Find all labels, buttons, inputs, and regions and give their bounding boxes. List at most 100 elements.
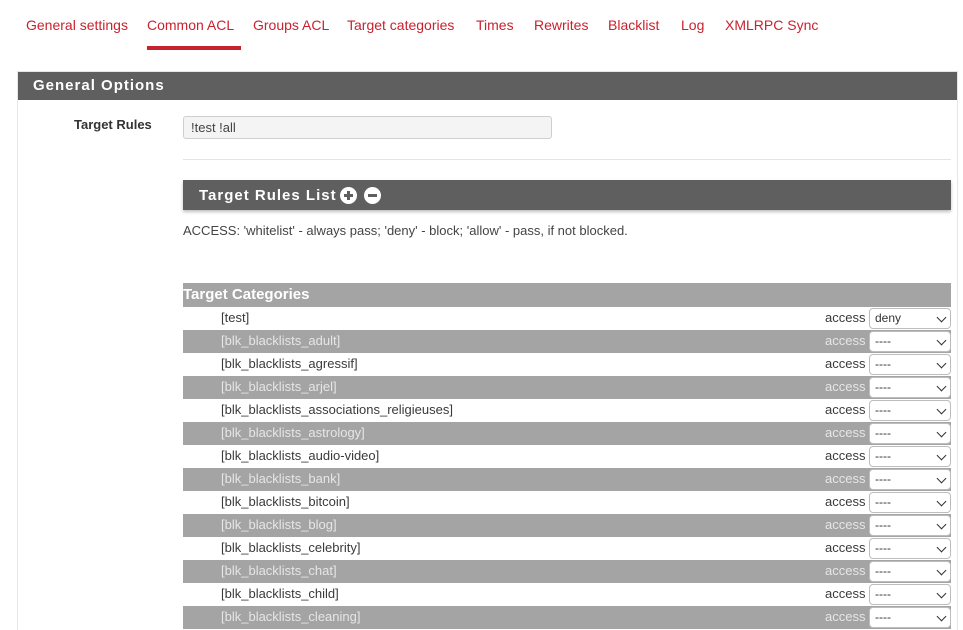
category-row: [blk_blacklists_adult] access ---- [183,330,951,353]
category-row: [blk_blacklists_arjel] access ---- [183,376,951,399]
access-hint: ACCESS: 'whitelist' - always pass; 'deny… [183,223,628,238]
access-select[interactable]: ---- [869,584,951,605]
chevron-down-icon [936,404,947,415]
access-label: access [825,425,866,440]
chevron-down-icon [936,519,947,530]
access-select[interactable]: ---- [869,331,951,352]
tab-common-acl[interactable]: Common ACL [147,17,234,33]
category-row: [blk_blacklists_bank] access ---- [183,468,951,491]
chevron-down-icon [936,358,947,369]
chevron-down-icon [936,542,947,553]
category-row: [blk_blacklists_child] access ---- [183,583,951,606]
chevron-down-icon [936,427,947,438]
category-name: [blk_blacklists_cleaning] [221,609,361,624]
chevron-down-icon [936,588,947,599]
add-rule-icon[interactable] [340,187,357,204]
tab-log[interactable]: Log [681,17,704,33]
access-select-value: ---- [875,403,891,417]
chevron-down-icon [936,450,947,461]
category-name: [blk_blacklists_astrology] [221,425,365,440]
active-tab-indicator [147,46,241,50]
chevron-down-icon [936,611,947,622]
access-select-value: ---- [875,518,891,532]
category-name: [test] [221,310,250,325]
access-label: access [825,540,866,555]
access-select-value: ---- [875,541,891,555]
access-label: access [825,356,866,371]
chevron-down-icon [936,381,947,392]
access-select-value: ---- [875,610,891,624]
category-row: [blk_blacklists_cleaning] access ---- [183,606,951,629]
chevron-down-icon [936,565,947,576]
category-row: [blk_blacklists_audio-video] access ---- [183,445,951,468]
access-select[interactable]: ---- [869,492,951,513]
access-select[interactable]: ---- [869,423,951,444]
access-select[interactable]: ---- [869,377,951,398]
tab-bar: General settings Common ACL Groups ACL T… [0,0,963,52]
tab-xmlrpc-sync[interactable]: XMLRPC Sync [725,17,818,33]
tab-target-categories[interactable]: Target categories [347,17,454,33]
access-label: access [825,563,866,578]
target-rules-input[interactable] [183,116,552,139]
target-rules-label: Target Rules [74,117,152,132]
access-select[interactable]: ---- [869,446,951,467]
remove-rule-icon[interactable] [364,187,381,204]
access-select-value: ---- [875,357,891,371]
access-select[interactable]: ---- [869,515,951,536]
access-select-value: ---- [875,449,891,463]
tab-general-settings[interactable]: General settings [26,17,128,33]
target-categories-title: Target Categories [183,286,310,303]
target-rules-list-bar: Target Rules List [183,180,951,210]
access-select-value: ---- [875,495,891,509]
target-rules-list-title: Target Rules List [199,187,337,204]
access-label: access [825,402,866,417]
access-select-value: ---- [875,472,891,486]
access-select-value: ---- [875,426,891,440]
access-label: access [825,609,866,624]
access-select-value: ---- [875,564,891,578]
access-label: access [825,310,866,325]
access-select[interactable]: ---- [869,607,951,628]
access-select-value: ---- [875,587,891,601]
category-list: [test] access deny [blk_blacklists_adult] ac… [183,307,951,629]
tab-groups-acl[interactable]: Groups ACL [253,17,329,33]
panel-header: General Options [18,72,957,100]
access-label: access [825,517,866,532]
access-select-value: deny [875,311,902,325]
access-select[interactable]: ---- [869,561,951,582]
category-row: [blk_blacklists_bitcoin] access ---- [183,491,951,514]
category-name: [blk_blacklists_bitcoin] [221,494,350,509]
category-name: [blk_blacklists_agressif] [221,356,358,371]
category-row: [blk_blacklists_astrology] access ---- [183,422,951,445]
chevron-down-icon [936,473,947,484]
access-select[interactable]: ---- [869,538,951,559]
category-row: [blk_blacklists_blog] access ---- [183,514,951,537]
access-label: access [825,471,866,486]
chevron-down-icon [936,335,947,346]
tab-times[interactable]: Times [476,17,514,33]
category-row: [blk_blacklists_chat] access ---- [183,560,951,583]
access-select[interactable]: deny [869,308,951,329]
access-label: access [825,586,866,601]
access-label: access [825,333,866,348]
category-name: [blk_blacklists_associations_religieuses… [221,402,453,417]
category-name: [blk_blacklists_bank] [221,471,341,486]
tab-blacklist[interactable]: Blacklist [608,17,659,33]
category-name: [blk_blacklists_chat] [221,563,337,578]
category-row: [test] access deny [183,307,951,330]
tab-rewrites[interactable]: Rewrites [534,17,588,33]
panel-title: General Options [33,77,165,94]
category-name: [blk_blacklists_adult] [221,333,341,348]
access-select[interactable]: ---- [869,400,951,421]
category-row: [blk_blacklists_celebrity] access ---- [183,537,951,560]
category-row: [blk_blacklists_agressif] access ---- [183,353,951,376]
access-select-value: ---- [875,380,891,394]
access-label: access [825,494,866,509]
category-row: [blk_blacklists_associations_religieuses… [183,399,951,422]
access-select[interactable]: ---- [869,469,951,490]
target-categories-header: Target Categories [183,283,951,307]
chevron-down-icon [936,312,947,323]
access-select[interactable]: ---- [869,354,951,375]
divider [183,159,951,160]
access-select-value: ---- [875,334,891,348]
